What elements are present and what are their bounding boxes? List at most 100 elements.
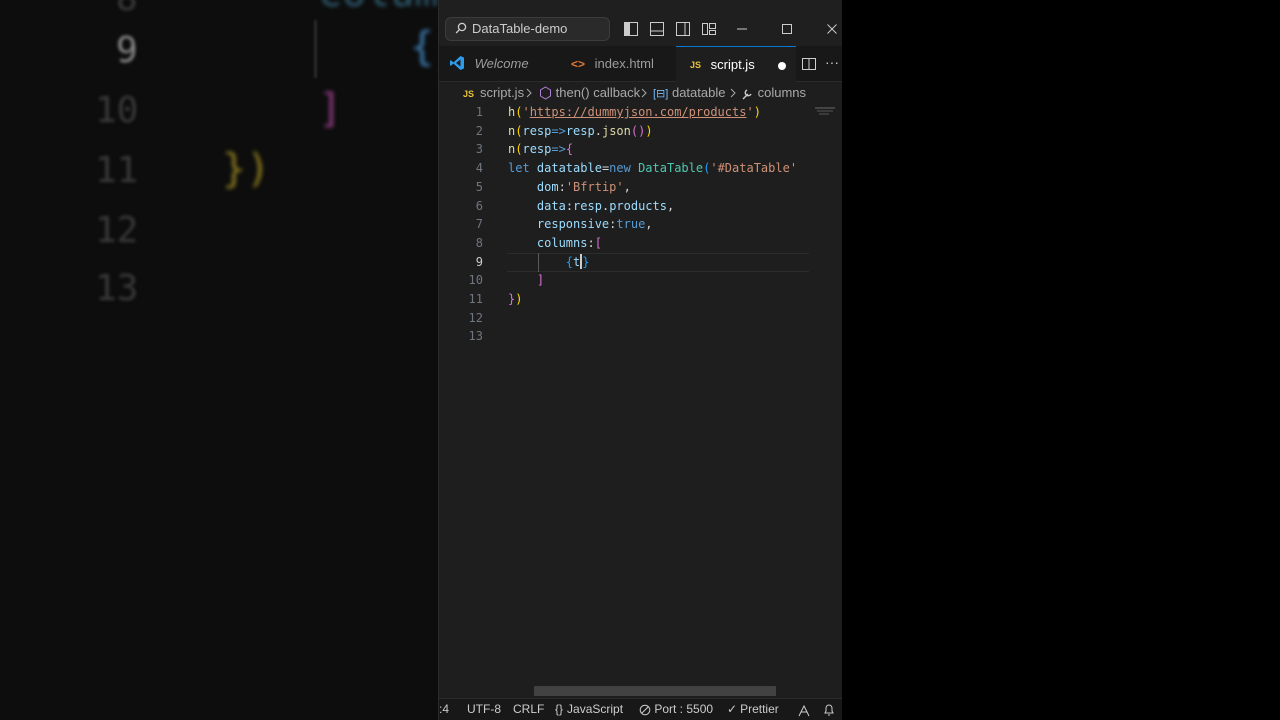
minimap[interactable] xyxy=(815,103,839,115)
command-center-search[interactable]: DataTable-demo xyxy=(445,17,610,41)
bg-code-fragment: { xyxy=(410,24,435,70)
js-icon: JS xyxy=(463,89,475,99)
code-token: 'Bfrtip' xyxy=(565,180,624,194)
code-line: h('https://dummyjson.com/products') xyxy=(508,103,761,122)
code-token: } xyxy=(582,255,590,269)
breadcrumb-label: datatable xyxy=(671,85,726,100)
line-number: 9 xyxy=(475,255,483,269)
port-label: Port : 5500 xyxy=(654,702,714,716)
tab-bar: Welcome <> index.html JS script.js ··· xyxy=(439,46,842,82)
breadcrumb-callback[interactable]: then() callback xyxy=(539,82,640,104)
code-line: let datatable=new DataTable('#DataTable' xyxy=(508,159,797,178)
code-token: t xyxy=(573,255,581,269)
code-token: let xyxy=(508,161,537,175)
bg-line-number: 12 xyxy=(95,210,139,251)
code-token: datatable xyxy=(536,161,602,175)
close-button[interactable] xyxy=(819,17,842,41)
toggle-panel-icon[interactable] xyxy=(649,21,665,37)
encoding[interactable]: UTF-8 xyxy=(467,699,501,720)
js-icon: JS xyxy=(690,60,702,70)
braces-icon: {} xyxy=(555,702,564,716)
line-number: 6 xyxy=(475,199,483,213)
bg-code-fragment: }) xyxy=(222,146,271,192)
customize-layout-icon[interactable] xyxy=(701,21,717,37)
toggle-secondary-sidebar-icon[interactable] xyxy=(675,21,691,37)
line-number: 11 xyxy=(468,292,483,306)
cursor-position[interactable]: :4 xyxy=(439,699,449,720)
indent-guide xyxy=(538,253,539,272)
code-token: { xyxy=(565,142,574,156)
bg-indent-guide xyxy=(314,20,317,78)
code-line: responsive:true, xyxy=(508,215,653,234)
zoomed-background: 8 9 10 11 12 13 colum { ] }) xyxy=(0,0,438,720)
bg-line-number: 8 xyxy=(116,0,138,19)
breadcrumb-property[interactable]: columns xyxy=(741,82,806,104)
line-number: 8 xyxy=(475,236,483,250)
code-token: => xyxy=(551,124,566,138)
tab-welcome[interactable]: Welcome xyxy=(439,46,557,82)
code-line: n(resp=>{ xyxy=(508,140,573,159)
tab-index-html[interactable]: <> index.html xyxy=(557,46,675,82)
bg-line-number: 10 xyxy=(95,90,139,131)
language-mode[interactable]: {} JavaScript xyxy=(555,699,623,720)
tab-label: index.html xyxy=(594,56,654,71)
horizontal-scrollbar[interactable] xyxy=(534,686,776,696)
breadcrumb-file[interactable]: JS script.js xyxy=(463,82,524,105)
live-server-port[interactable]: Port : 5500 xyxy=(639,699,713,720)
code-line: data:resp.products, xyxy=(508,197,674,216)
breadcrumb-label: script.js xyxy=(480,85,525,100)
search-icon xyxy=(455,18,467,47)
code-token: json xyxy=(601,124,631,138)
vscode-logo-icon xyxy=(449,48,465,84)
code-token: dom xyxy=(536,180,559,194)
code-token: columns xyxy=(536,236,588,250)
code-token: ) xyxy=(645,124,653,138)
split-editor-icon[interactable] xyxy=(801,56,817,72)
code-token: ) xyxy=(515,292,523,306)
breadcrumb-variable[interactable]: [⊟] datatable xyxy=(653,82,725,105)
more-actions-icon[interactable]: ··· xyxy=(825,55,841,72)
code-token: , xyxy=(666,199,675,213)
tab-label: script.js xyxy=(710,57,755,72)
vscode-window: DataTable-demo Welcome <> index.html JS … xyxy=(438,0,842,720)
code-token: => xyxy=(551,142,566,156)
maximize-button[interactable] xyxy=(774,17,800,41)
toggle-primary-sidebar-icon[interactable] xyxy=(623,21,639,37)
code-token: : xyxy=(565,199,574,213)
breadcrumb-label: then() callback xyxy=(555,85,641,100)
line-number: 2 xyxy=(475,124,483,138)
accounts-icon[interactable] xyxy=(797,699,811,720)
prettier-status[interactable]: ✓ Prettier xyxy=(727,699,779,720)
code-token: ' xyxy=(746,105,754,119)
code-token: : xyxy=(558,180,566,194)
breadcrumb: JS script.js then() callback [⊟] datatabl… xyxy=(439,82,842,104)
code-token: resp xyxy=(522,124,552,138)
language-label: JavaScript xyxy=(567,702,624,716)
unsaved-dot-icon[interactable] xyxy=(778,62,786,70)
code-editor[interactable]: 1 2 3 4 5 6 7 8 9 10 11 12 13 h('https:/… xyxy=(439,103,842,683)
right-background xyxy=(842,0,1280,720)
line-number: 1 xyxy=(475,105,483,119)
code-token: , xyxy=(645,217,653,231)
command-center-label: DataTable-demo xyxy=(472,21,568,36)
tab-script-js[interactable]: JS script.js xyxy=(676,46,796,82)
line-number: 4 xyxy=(475,161,483,175)
code-token: resp xyxy=(522,142,552,156)
line-number: 13 xyxy=(468,329,483,343)
minimize-button[interactable] xyxy=(729,17,755,41)
bg-line-number: 13 xyxy=(95,268,139,309)
code-token: ] xyxy=(536,273,545,287)
code-line: {t} xyxy=(508,253,590,272)
code-token: ' xyxy=(522,105,530,119)
line-ending[interactable]: CRLF xyxy=(513,699,544,720)
code-line: ] xyxy=(508,271,544,290)
line-number: 12 xyxy=(468,311,483,325)
bell-icon[interactable] xyxy=(823,699,835,720)
code-token: products xyxy=(609,199,667,213)
code-line: n(resp=>resp.json()) xyxy=(508,122,653,141)
